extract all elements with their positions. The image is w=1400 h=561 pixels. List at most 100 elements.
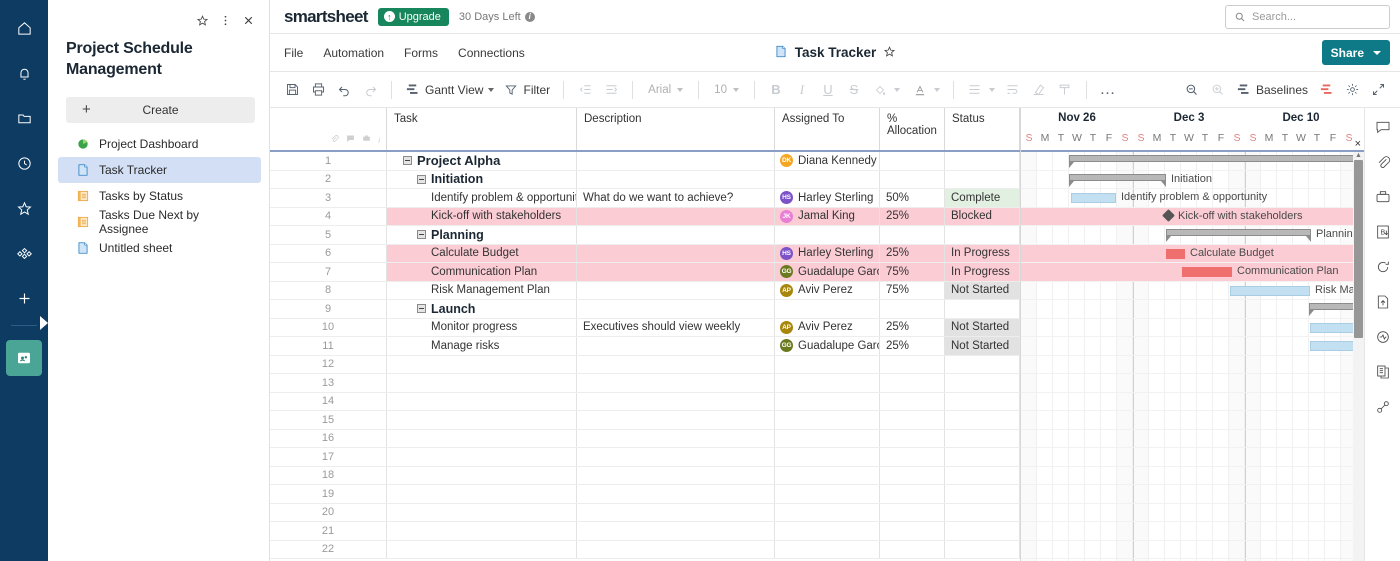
cell-allocation[interactable]: 25% xyxy=(880,337,945,355)
cell-assigned-to[interactable] xyxy=(775,170,880,188)
filter-button[interactable]: Filter xyxy=(500,83,554,97)
cell-status[interactable] xyxy=(945,466,1020,484)
cell-description[interactable] xyxy=(577,263,775,281)
cell-assigned-to[interactable] xyxy=(775,355,880,373)
cell-status[interactable]: In Progress xyxy=(945,263,1020,281)
table-row[interactable]: 21 xyxy=(270,522,1020,541)
cell-status[interactable] xyxy=(945,411,1020,429)
cell-description[interactable] xyxy=(577,226,775,244)
cell-status[interactable]: Not Started xyxy=(945,318,1020,336)
cell-status[interactable] xyxy=(945,152,1020,170)
table-row[interactable]: 20 xyxy=(270,503,1020,522)
cell-task[interactable] xyxy=(387,374,577,392)
more-options-icon[interactable] xyxy=(219,14,232,29)
cell-task[interactable]: Monitor progress xyxy=(387,318,577,336)
cell-assigned-to[interactable] xyxy=(775,540,880,558)
menu-file[interactable]: File xyxy=(284,46,303,60)
table-row[interactable]: 22 xyxy=(270,540,1020,559)
cell-description[interactable] xyxy=(577,244,775,262)
cell-description[interactable] xyxy=(577,337,775,355)
cell-allocation[interactable]: 25% xyxy=(880,207,945,225)
cell-assigned-to[interactable]: AP Aviv Perez xyxy=(775,281,880,299)
more-icon[interactable]: … xyxy=(1096,78,1120,102)
cell-assigned-to[interactable] xyxy=(775,429,880,447)
proofs-icon[interactable] xyxy=(1372,186,1394,208)
table-row[interactable]: 1 Project Alpha DK Diana Kennedy xyxy=(270,152,1020,171)
cell-status[interactable] xyxy=(945,485,1020,503)
connections-icon[interactable] xyxy=(1372,396,1394,418)
upgrade-button[interactable]: ↑ Upgrade xyxy=(377,7,449,26)
table-row[interactable]: 18 xyxy=(270,466,1020,485)
sidebar-item-tasks-by-status[interactable]: Tasks by Status xyxy=(58,183,261,209)
cell-assigned-to[interactable]: DK Diana Kennedy xyxy=(775,152,880,170)
cell-assigned-to[interactable]: GG Guadalupe Garcia xyxy=(775,263,880,281)
cell-status[interactable]: Complete xyxy=(945,189,1020,207)
table-row[interactable]: 19 xyxy=(270,485,1020,504)
cell-allocation[interactable] xyxy=(880,355,945,373)
solution-center-icon[interactable] xyxy=(6,340,42,376)
row-collapse-toggle[interactable] xyxy=(417,230,426,240)
cell-allocation[interactable] xyxy=(880,522,945,540)
info-icon[interactable]: i xyxy=(524,11,535,22)
row-number[interactable]: 13 xyxy=(270,374,387,392)
browse-folder-icon[interactable] xyxy=(6,100,42,136)
cell-task[interactable] xyxy=(387,355,577,373)
cell-status[interactable] xyxy=(945,540,1020,558)
cell-assigned-to[interactable] xyxy=(775,300,880,318)
table-row[interactable]: 2 Initiation xyxy=(270,170,1020,189)
cell-task[interactable]: Planning xyxy=(387,226,577,244)
cell-allocation[interactable] xyxy=(880,540,945,558)
cell-task[interactable]: Initiation xyxy=(387,170,577,188)
notifications-bell-icon[interactable] xyxy=(6,55,42,91)
row-collapse-toggle[interactable] xyxy=(417,304,426,314)
table-row[interactable]: 4 Kick-off with stakeholders JK Jamal King 2… xyxy=(270,207,1020,226)
cell-description[interactable]: What do we want to achieve? xyxy=(577,189,775,207)
table-row[interactable]: 5 Planning xyxy=(270,226,1020,245)
table-row[interactable]: 7 Communication Plan GG Guadalupe Garcia75%… xyxy=(270,263,1020,282)
column-header-description[interactable]: Description xyxy=(577,108,775,150)
cell-allocation[interactable] xyxy=(880,429,945,447)
cell-description[interactable] xyxy=(577,152,775,170)
activity-log-icon[interactable] xyxy=(1372,326,1394,348)
row-number[interactable]: 10 xyxy=(270,318,387,336)
recents-clock-icon[interactable] xyxy=(6,145,42,181)
conversations-icon[interactable] xyxy=(1372,116,1394,138)
row-number[interactable]: 9 xyxy=(270,300,387,318)
cell-description[interactable] xyxy=(577,540,775,558)
cell-description[interactable] xyxy=(577,522,775,540)
cell-allocation[interactable] xyxy=(880,374,945,392)
fullscreen-icon[interactable] xyxy=(1366,78,1390,102)
gantt-summary-bar[interactable] xyxy=(1166,229,1311,242)
scroll-up-icon[interactable]: ▲ xyxy=(1354,152,1363,159)
sidebar-item-project-dashboard[interactable]: Project Dashboard xyxy=(58,131,261,157)
row-number[interactable]: 5 xyxy=(270,226,387,244)
cell-allocation[interactable] xyxy=(880,152,945,170)
cell-description[interactable] xyxy=(577,503,775,521)
summary-icon[interactable] xyxy=(1372,361,1394,383)
sidebar-item-untitled-sheet[interactable]: Untitled sheet xyxy=(58,235,261,261)
scrollbar-thumb[interactable] xyxy=(1354,160,1363,338)
cell-description[interactable] xyxy=(577,170,775,188)
cell-task[interactable] xyxy=(387,411,577,429)
save-icon[interactable] xyxy=(280,78,304,102)
cell-status[interactable]: Not Started xyxy=(945,281,1020,299)
row-number[interactable]: 2 xyxy=(270,170,387,188)
cell-assigned-to[interactable]: AP Aviv Perez xyxy=(775,318,880,336)
undo-icon[interactable] xyxy=(332,78,356,102)
cell-allocation[interactable] xyxy=(880,226,945,244)
cell-allocation[interactable] xyxy=(880,485,945,503)
table-row[interactable]: 17 xyxy=(270,448,1020,467)
favorites-star-icon[interactable] xyxy=(6,190,42,226)
cell-task[interactable] xyxy=(387,503,577,521)
gantt-task-bar[interactable] xyxy=(1071,193,1116,203)
cell-assigned-to[interactable] xyxy=(775,411,880,429)
publish-icon[interactable] xyxy=(1372,291,1394,313)
cell-description[interactable] xyxy=(577,392,775,410)
cell-task[interactable] xyxy=(387,540,577,558)
row-number[interactable]: 18 xyxy=(270,466,387,484)
table-row[interactable]: 10 Monitor progress Executives should view… xyxy=(270,318,1020,337)
baselines-button[interactable]: Baselines xyxy=(1232,82,1312,97)
column-header-task[interactable]: Task xyxy=(387,108,577,150)
cell-allocation[interactable]: 25% xyxy=(880,244,945,262)
cell-task[interactable]: Project Alpha xyxy=(387,152,577,170)
